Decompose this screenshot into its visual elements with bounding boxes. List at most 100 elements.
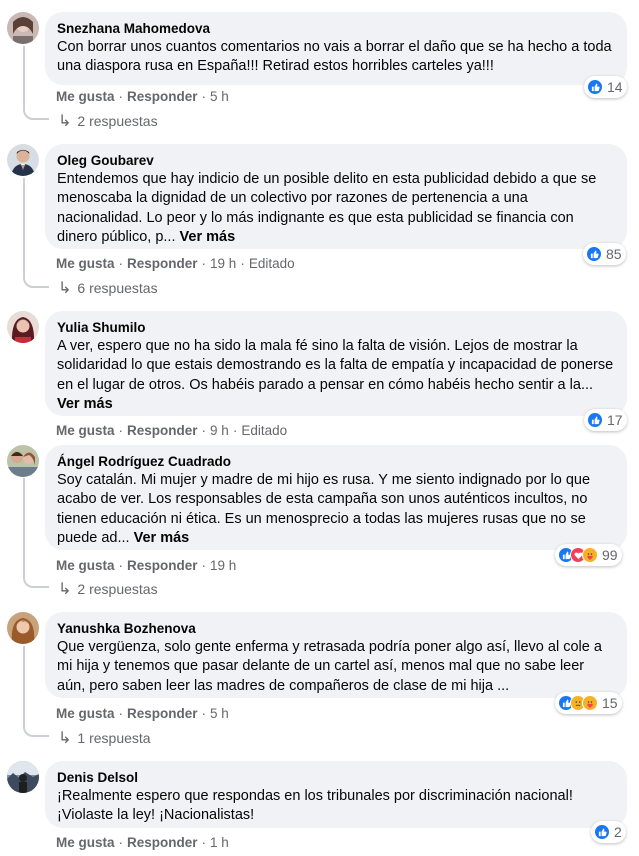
comment-author[interactable]: Oleg Goubarev: [57, 152, 615, 169]
care-reaction-icon: [582, 547, 598, 563]
separator: ·: [118, 557, 124, 573]
separator: ·: [118, 834, 124, 850]
comment-author[interactable]: Yanushka Bozhenova: [57, 620, 615, 637]
comment-author[interactable]: Ángel Rodríguez Cuadrado: [57, 453, 615, 470]
thread-line: [23, 46, 25, 110]
view-replies-button[interactable]: ↳ 6 respuestas: [58, 279, 158, 297]
avatar[interactable]: [7, 144, 39, 176]
comment-bubble: Yulia Shumilo A ver, espero que no ha si…: [45, 311, 627, 416]
edited-label: Editado: [248, 255, 295, 271]
separator: ·: [118, 705, 124, 721]
separator: ·: [201, 422, 207, 438]
separator: ·: [201, 705, 207, 721]
view-replies-button[interactable]: ↳ 2 respuestas: [58, 580, 158, 598]
like-button[interactable]: Me gusta: [56, 558, 115, 573]
reaction-summary[interactable]: 85: [583, 243, 626, 265]
avatar[interactable]: [7, 612, 39, 644]
comment-text: Que vergüenza, solo gente enferma y retr…: [57, 639, 602, 694]
comment-actions: Me gusta · Responder · 19 h · Editado: [56, 254, 295, 272]
comment-bubble: Snezhana Mahomedova Con borrar unos cuan…: [45, 12, 627, 85]
reaction-count: 85: [606, 246, 622, 262]
like-button[interactable]: Me gusta: [56, 423, 115, 438]
view-replies-button[interactable]: ↳ 1 respuesta: [58, 729, 151, 747]
like-button[interactable]: Me gusta: [56, 706, 115, 721]
reply-arrow-icon: ↳: [58, 113, 72, 130]
separator: ·: [118, 422, 124, 438]
thread-line: [23, 478, 25, 578]
comment-bubble: Yanushka Bozhenova Que vergüenza, solo g…: [45, 612, 627, 698]
separator: ·: [118, 255, 124, 271]
comment-text: A ver, espero que no ha sido la mala fé …: [57, 337, 615, 414]
thread-line: [23, 646, 25, 727]
thread-connector: [23, 276, 49, 288]
avatar[interactable]: [7, 311, 39, 343]
reply-button[interactable]: Responder: [127, 423, 198, 438]
view-replies-button[interactable]: ↳ 2 respuestas: [58, 112, 158, 130]
avatar[interactable]: [7, 761, 39, 793]
separator: ·: [118, 88, 124, 104]
reply-button[interactable]: Responder: [127, 835, 198, 850]
comment-author[interactable]: Snezhana Mahomedova: [57, 20, 615, 37]
reaction-count: 17: [607, 412, 623, 428]
reply-arrow-icon: ↳: [58, 730, 72, 747]
comment-timestamp[interactable]: 19 h: [210, 558, 236, 573]
comment-actions: Me gusta · Responder · 9 h · Editado: [56, 421, 287, 439]
comment-timestamp[interactable]: 9 h: [210, 423, 229, 438]
edited-label: Editado: [241, 422, 288, 438]
replies-count: 2 respuestas: [77, 113, 158, 129]
separator: ·: [201, 255, 207, 271]
thread-line: [23, 178, 25, 278]
thread-connector: [23, 108, 49, 120]
avatar[interactable]: [7, 445, 39, 477]
reply-button[interactable]: Responder: [127, 558, 198, 573]
reaction-summary[interactable]: 15: [555, 692, 622, 714]
reply-button[interactable]: Responder: [127, 706, 198, 721]
reply-arrow-icon: ↳: [58, 581, 72, 598]
like-reaction-icon: [587, 412, 603, 428]
reaction-count: 15: [602, 695, 618, 711]
comment-text-body: Entendemos que hay indicio de un posible…: [57, 171, 597, 245]
see-more-link[interactable]: Ver más: [180, 229, 236, 245]
reaction-count: 99: [602, 547, 618, 563]
separator: ·: [201, 88, 207, 104]
comment-author[interactable]: Denis Delsol: [57, 769, 615, 786]
comment-actions: Me gusta · Responder · 5 h: [56, 87, 229, 105]
like-button[interactable]: Me gusta: [56, 256, 115, 271]
comment-timestamp[interactable]: 19 h: [210, 256, 236, 271]
comment-text-body: A ver, espero que no ha sido la mala fé …: [57, 338, 614, 393]
comment-timestamp[interactable]: 5 h: [210, 89, 229, 104]
reaction-summary[interactable]: 2: [591, 821, 626, 843]
like-button[interactable]: Me gusta: [56, 835, 115, 850]
separator: ·: [201, 557, 207, 573]
replies-count: 2 respuestas: [77, 581, 158, 597]
reaction-summary[interactable]: 99: [555, 544, 622, 566]
reply-arrow-icon: ↳: [58, 280, 72, 297]
separator: ·: [232, 422, 238, 438]
comment-timestamp[interactable]: 5 h: [210, 706, 229, 721]
comment-text: ¡Realmente espero que respondas en los t…: [57, 788, 573, 824]
comment-actions: Me gusta · Responder · 5 h: [56, 704, 229, 722]
comment-bubble: Ángel Rodríguez Cuadrado Soy catalán. Mi…: [45, 445, 627, 550]
care-reaction-icon: [582, 695, 598, 711]
reaction-summary[interactable]: 14: [584, 76, 627, 98]
reply-button[interactable]: Responder: [127, 89, 198, 104]
like-reaction-icon: [586, 246, 602, 262]
comment-author[interactable]: Yulia Shumilo: [57, 319, 615, 336]
avatar[interactable]: [7, 12, 39, 44]
reaction-count: 14: [607, 79, 623, 95]
reply-button[interactable]: Responder: [127, 256, 198, 271]
comment-actions: Me gusta · Responder · 19 h: [56, 556, 236, 574]
comment-text: Soy catalán. Mi mujer y madre de mi hijo…: [57, 471, 615, 548]
comment-text: Con borrar unos cuantos comentarios no v…: [57, 39, 612, 75]
like-reaction-icon: [587, 79, 603, 95]
see-more-link[interactable]: Ver más: [134, 530, 190, 546]
like-reaction-icon: [594, 824, 610, 840]
reaction-summary[interactable]: 17: [584, 409, 627, 431]
comment-bubble: Oleg Goubarev Entendemos que hay indicio…: [45, 144, 627, 249]
see-more-link[interactable]: Ver más: [57, 396, 113, 412]
thread-connector: [23, 725, 49, 737]
comment-bubble: Denis Delsol ¡Realmente espero que respo…: [45, 761, 627, 828]
like-button[interactable]: Me gusta: [56, 89, 115, 104]
replies-count: 1 respuesta: [77, 730, 151, 746]
comment-timestamp[interactable]: 1 h: [210, 835, 229, 850]
